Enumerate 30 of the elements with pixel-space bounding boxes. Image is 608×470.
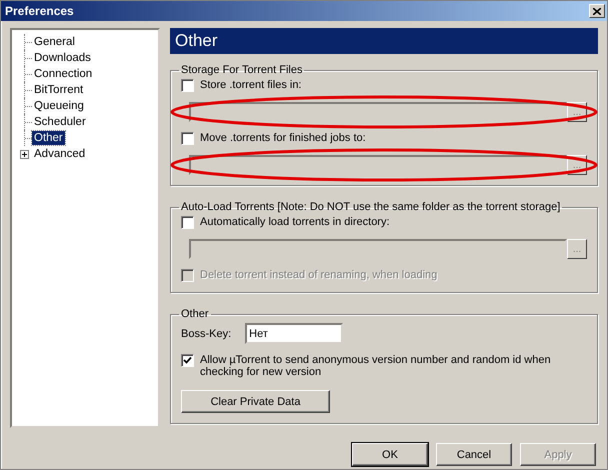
dialog-button[interactable]: OK	[352, 443, 428, 466]
tree-item[interactable]: Queueing	[32, 99, 86, 113]
expand-icon[interactable]	[20, 150, 29, 158]
checkbox-label: Store .torrent files in:	[200, 79, 302, 91]
tree-item[interactable]: BitTorrent	[32, 83, 86, 97]
close-button[interactable]	[589, 4, 605, 18]
checkbox[interactable]	[181, 132, 194, 145]
checkbox[interactable]	[181, 354, 194, 367]
checkbox-label: Allow µTorrent to send anonymous version number and random id when checking for new version	[200, 354, 552, 378]
dialog-button[interactable]: Cancel	[436, 443, 512, 466]
group-title: Storage For Torrent Files	[180, 64, 304, 76]
tree-item[interactable]: General	[32, 35, 77, 49]
group-title: Auto-Load Torrents [Note: Do NOT use the same folder as the torrent storage]	[180, 201, 562, 213]
page-header: Other	[170, 28, 598, 54]
checkbox-label: Move .torrents for finished jobs to:	[200, 132, 366, 144]
checkbox-label: Automatically load torrents in directory:	[200, 216, 390, 228]
tree-item[interactable]: Connection	[32, 67, 94, 81]
checkbox[interactable]	[181, 216, 194, 229]
tree-item[interactable]: Advanced	[32, 147, 88, 161]
tree-item[interactable]: Scheduler	[32, 115, 88, 129]
close-icon	[593, 8, 601, 14]
tree-item[interactable]: Downloads	[32, 51, 93, 65]
checkbox[interactable]	[181, 79, 194, 92]
checkbox-label: Delete torrent instead of renaming, when loading	[200, 269, 438, 281]
boss-key-field[interactable]: Нет	[245, 323, 344, 344]
window-title: Preferences	[5, 4, 74, 18]
group-title: Other	[180, 308, 210, 320]
clear-data-button[interactable]: Clear Private Data	[181, 390, 330, 413]
field-label: Boss-Key:	[181, 328, 232, 340]
tree-item[interactable]: Other	[32, 131, 65, 145]
